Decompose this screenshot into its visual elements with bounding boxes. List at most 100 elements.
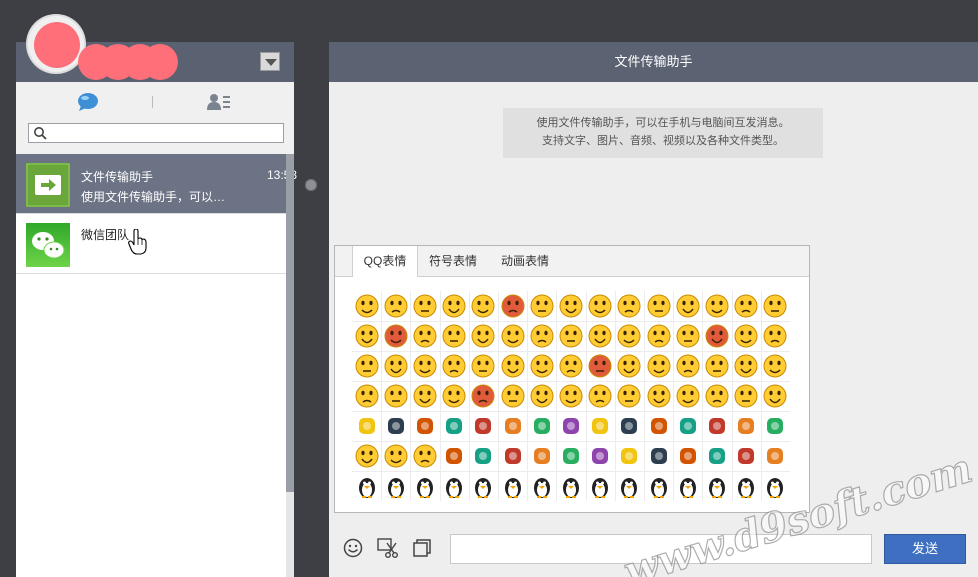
tab-animated-emoji[interactable]: 动画表情 bbox=[489, 246, 561, 276]
emoji-item[interactable] bbox=[732, 472, 760, 500]
emoji-item[interactable] bbox=[411, 352, 439, 380]
emoji-item[interactable] bbox=[499, 442, 527, 470]
emoji-item[interactable] bbox=[615, 442, 643, 470]
emoji-item[interactable] bbox=[586, 472, 614, 500]
emoji-item[interactable] bbox=[674, 442, 702, 470]
emoji-item[interactable] bbox=[674, 412, 702, 440]
emoji-item[interactable] bbox=[703, 322, 731, 350]
emoji-item[interactable] bbox=[557, 382, 585, 410]
tab-chats[interactable] bbox=[76, 92, 100, 112]
emoji-item[interactable] bbox=[557, 442, 585, 470]
emoji-item[interactable] bbox=[703, 382, 731, 410]
emoji-item[interactable] bbox=[440, 382, 468, 410]
emoji-item[interactable] bbox=[615, 292, 643, 320]
emoji-item[interactable] bbox=[382, 442, 410, 470]
emoji-item[interactable] bbox=[645, 292, 673, 320]
emoji-item[interactable] bbox=[440, 322, 468, 350]
emoji-item[interactable] bbox=[469, 292, 497, 320]
emoji-item[interactable] bbox=[353, 442, 381, 470]
emoji-item[interactable] bbox=[440, 292, 468, 320]
emoji-item[interactable] bbox=[732, 442, 760, 470]
emoji-item[interactable] bbox=[557, 322, 585, 350]
emoji-item[interactable] bbox=[761, 292, 789, 320]
emoji-item[interactable] bbox=[411, 472, 439, 500]
emoji-item[interactable] bbox=[440, 472, 468, 500]
emoji-item[interactable] bbox=[411, 442, 439, 470]
emoji-item[interactable] bbox=[586, 292, 614, 320]
chat-item-wechat-team[interactable]: 微信团队 bbox=[16, 214, 286, 274]
message-input[interactable] bbox=[450, 534, 872, 564]
emoji-item[interactable] bbox=[645, 322, 673, 350]
emoji-item[interactable] bbox=[499, 382, 527, 410]
avatar[interactable] bbox=[28, 16, 84, 72]
emoji-item[interactable] bbox=[440, 412, 468, 440]
emoji-item[interactable] bbox=[674, 292, 702, 320]
emoji-item[interactable] bbox=[382, 292, 410, 320]
emoji-item[interactable] bbox=[761, 352, 789, 380]
tab-symbol-emoji[interactable]: 符号表情 bbox=[417, 246, 489, 276]
emoji-item[interactable] bbox=[469, 322, 497, 350]
emoji-item[interactable] bbox=[703, 442, 731, 470]
emoji-item[interactable] bbox=[732, 352, 760, 380]
emoji-item[interactable] bbox=[528, 352, 556, 380]
emoji-item[interactable] bbox=[353, 292, 381, 320]
emoji-item[interactable] bbox=[703, 292, 731, 320]
scissors-screenshot-icon[interactable] bbox=[377, 537, 399, 559]
emoji-item[interactable] bbox=[615, 412, 643, 440]
emoji-item[interactable] bbox=[586, 352, 614, 380]
emoji-item[interactable] bbox=[440, 442, 468, 470]
emoji-item[interactable] bbox=[353, 352, 381, 380]
emoji-item[interactable] bbox=[557, 352, 585, 380]
emoji-item[interactable] bbox=[382, 382, 410, 410]
emoji-item[interactable] bbox=[353, 382, 381, 410]
chat-item-file-transfer[interactable]: 文件传输助手 13:53 使用文件传输助手，可以… bbox=[16, 154, 297, 214]
emoji-item[interactable] bbox=[761, 382, 789, 410]
emoji-item[interactable] bbox=[615, 382, 643, 410]
emoji-item[interactable] bbox=[382, 322, 410, 350]
menu-dropdown-button[interactable] bbox=[260, 52, 280, 71]
emoji-item[interactable] bbox=[499, 352, 527, 380]
emoji-item[interactable] bbox=[732, 412, 760, 440]
emoji-item[interactable] bbox=[645, 442, 673, 470]
emoji-item[interactable] bbox=[411, 412, 439, 440]
emoji-item[interactable] bbox=[499, 472, 527, 500]
emoji-item[interactable] bbox=[469, 352, 497, 380]
emoji-item[interactable] bbox=[586, 322, 614, 350]
emoji-item[interactable] bbox=[528, 382, 556, 410]
emoji-item[interactable] bbox=[761, 412, 789, 440]
emoji-item[interactable] bbox=[557, 292, 585, 320]
emoji-item[interactable] bbox=[674, 352, 702, 380]
emoji-item[interactable] bbox=[645, 412, 673, 440]
emoji-item[interactable] bbox=[615, 472, 643, 500]
chat-list-scroll-thumb[interactable] bbox=[286, 154, 294, 492]
emoji-item[interactable] bbox=[674, 382, 702, 410]
emoji-item[interactable] bbox=[732, 322, 760, 350]
emoji-item[interactable] bbox=[469, 442, 497, 470]
emoji-item[interactable] bbox=[586, 412, 614, 440]
emoji-item[interactable] bbox=[732, 292, 760, 320]
emoji-item[interactable] bbox=[411, 322, 439, 350]
emoji-item[interactable] bbox=[615, 352, 643, 380]
emoji-item[interactable] bbox=[353, 322, 381, 350]
emoji-item[interactable] bbox=[703, 352, 731, 380]
emoji-item[interactable] bbox=[382, 472, 410, 500]
emoji-item[interactable] bbox=[469, 412, 497, 440]
emoji-item[interactable] bbox=[353, 412, 381, 440]
emoji-item[interactable] bbox=[732, 382, 760, 410]
emoji-item[interactable] bbox=[499, 322, 527, 350]
emoji-item[interactable] bbox=[645, 382, 673, 410]
search-box[interactable] bbox=[28, 123, 284, 143]
emoji-item[interactable] bbox=[528, 292, 556, 320]
emoji-item[interactable] bbox=[499, 412, 527, 440]
emoji-item[interactable] bbox=[761, 442, 789, 470]
emoji-item[interactable] bbox=[382, 352, 410, 380]
emoji-item[interactable] bbox=[645, 352, 673, 380]
emoji-item[interactable] bbox=[469, 382, 497, 410]
file-icon[interactable] bbox=[412, 538, 432, 558]
emoji-item[interactable] bbox=[703, 412, 731, 440]
emoji-item[interactable] bbox=[528, 322, 556, 350]
emoji-item[interactable] bbox=[557, 412, 585, 440]
emoji-item[interactable] bbox=[761, 472, 789, 500]
emoji-item[interactable] bbox=[411, 292, 439, 320]
emoji-item[interactable] bbox=[674, 322, 702, 350]
